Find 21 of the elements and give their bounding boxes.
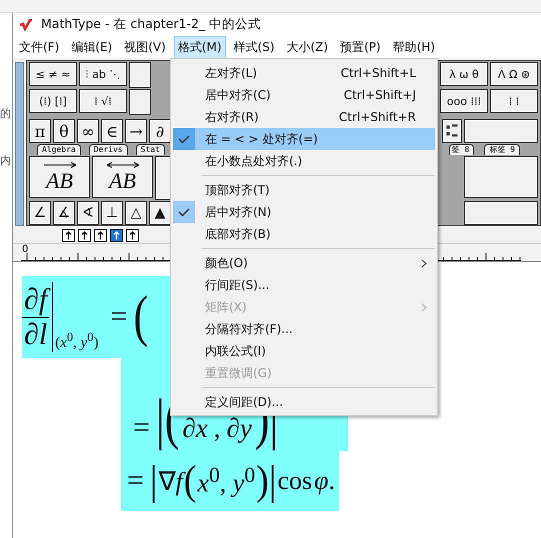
- math-text: ∂y: [226, 412, 252, 445]
- math-text: φ.: [314, 466, 335, 496]
- math-text: (: [133, 284, 148, 350]
- math-text: =: [110, 300, 128, 334]
- math-text: (x$^{0}$, y$^{0}$): [54, 329, 99, 352]
- math-text: x$^{0}$, y$^{0}$: [197, 463, 256, 499]
- document-text: 的: [0, 106, 12, 121]
- math-text: |: [150, 456, 158, 506]
- math-text: |: [268, 456, 276, 506]
- math-text: ∂x: [182, 412, 208, 445]
- math-text: =: [133, 411, 150, 445]
- math-text: =: [127, 464, 144, 498]
- document-text: 内: [0, 153, 12, 168]
- math-text: ∂f: [22, 282, 50, 318]
- window-title: MathType - 在 chapter1-2_ 中的公式: [41, 16, 262, 33]
- ruler-label: 0: [22, 244, 28, 255]
- math-text: |: [156, 388, 165, 452]
- math-text: cos: [277, 466, 312, 496]
- math-text: ∂l: [24, 318, 48, 352]
- math-text: ): [256, 456, 269, 506]
- math-text: ,: [214, 412, 220, 445]
